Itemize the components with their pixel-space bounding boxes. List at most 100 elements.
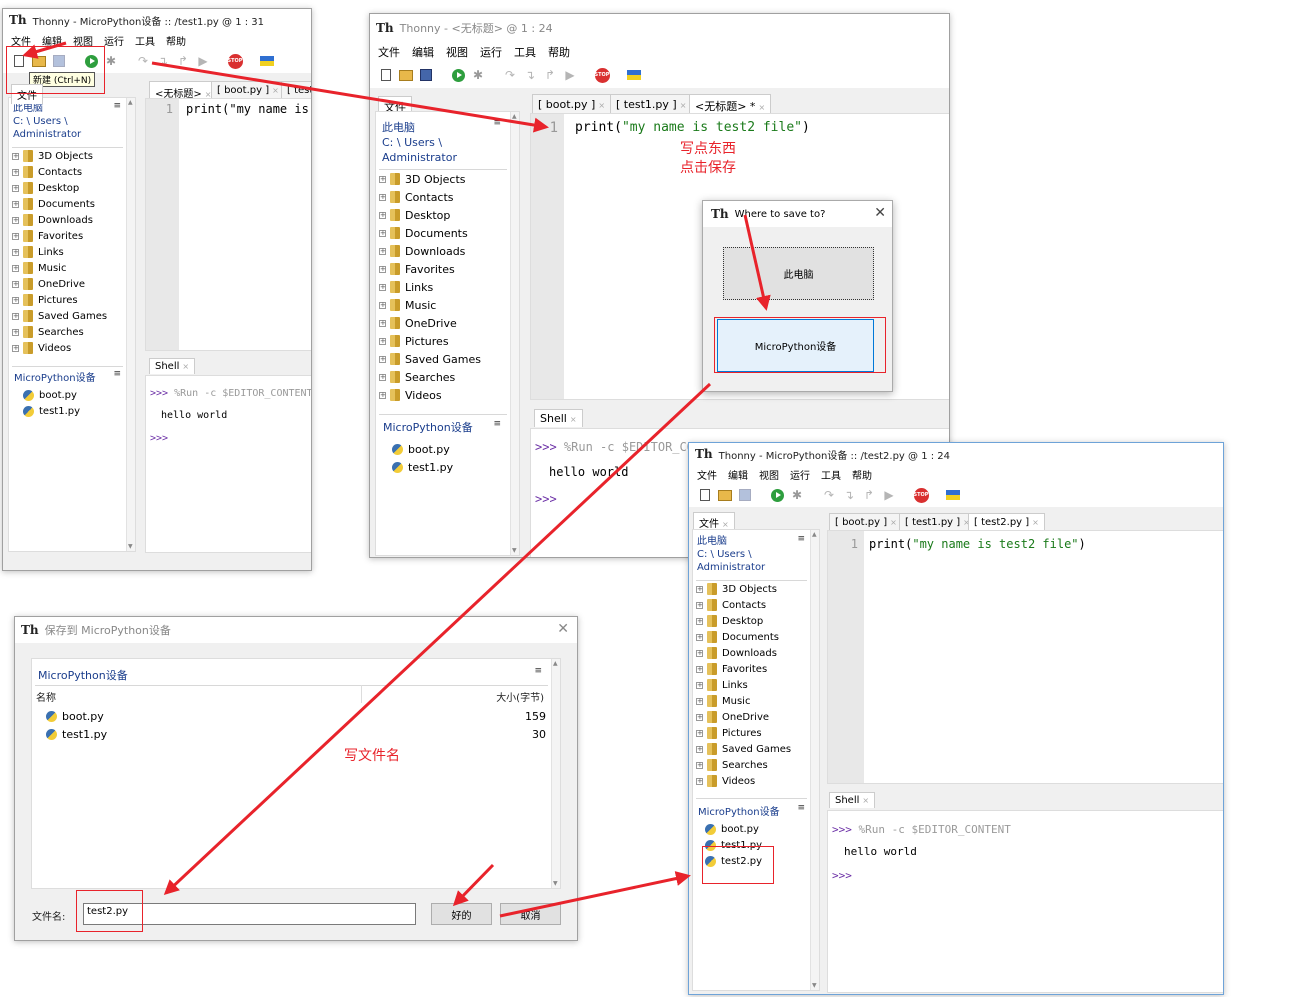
resume-button[interactable]: ▶ xyxy=(195,53,211,69)
editor-tab-test1[interactable]: [ test1.py ] × xyxy=(899,513,976,531)
expand-icon[interactable]: + xyxy=(12,280,19,288)
path-user-link[interactable]: Administrator xyxy=(697,561,765,574)
menu-view[interactable]: 视图 xyxy=(759,467,779,482)
expand-icon[interactable]: + xyxy=(12,168,19,176)
debug-button[interactable]: ✱ xyxy=(103,53,119,69)
expand-icon[interactable]: + xyxy=(379,211,386,219)
folder-item[interactable]: + Links xyxy=(379,278,519,296)
folder-item[interactable]: + Saved Games xyxy=(12,308,135,324)
expand-icon[interactable]: + xyxy=(379,193,386,201)
path-link[interactable]: C: \ Users \ xyxy=(13,115,81,128)
path-link[interactable]: C: \ Users \ xyxy=(382,135,457,150)
expand-icon[interactable]: + xyxy=(696,617,703,625)
this-pc-link[interactable]: 此电脑 xyxy=(697,535,765,548)
expand-icon[interactable]: + xyxy=(12,312,19,320)
expand-icon[interactable]: + xyxy=(12,232,19,240)
expand-icon[interactable]: + xyxy=(12,344,19,352)
folder-item[interactable]: + Documents xyxy=(379,224,519,242)
mp-panel-menu-icon[interactable]: ≡ xyxy=(113,369,121,379)
expand-icon[interactable]: + xyxy=(379,319,386,327)
expand-icon[interactable]: + xyxy=(696,633,703,641)
folder-item[interactable]: + Documents xyxy=(12,196,135,212)
folder-item[interactable]: + Music xyxy=(696,693,819,709)
path-user-link[interactable]: Administrator xyxy=(382,150,457,165)
folder-item[interactable]: + Favorites xyxy=(379,260,519,278)
expand-icon[interactable]: + xyxy=(379,247,386,255)
open-button[interactable] xyxy=(717,487,733,503)
cancel-button[interactable]: 取消 xyxy=(500,903,561,925)
folder-item[interactable]: + Videos xyxy=(12,340,135,356)
expand-icon[interactable]: + xyxy=(12,216,19,224)
step-out-button[interactable]: ↱ xyxy=(542,67,558,83)
folder-item[interactable]: + OneDrive xyxy=(379,314,519,332)
run-button[interactable] xyxy=(769,487,785,503)
this-pc-button[interactable]: 此电脑 xyxy=(723,247,874,300)
folder-item[interactable]: +3D Objects xyxy=(12,148,135,164)
folder-item[interactable]: + Searches xyxy=(379,368,519,386)
file-item[interactable]: boot.py xyxy=(705,821,819,837)
step-into-button[interactable]: ↴ xyxy=(155,53,171,69)
folder-item[interactable]: + Documents xyxy=(696,629,819,645)
path-user-link[interactable]: Administrator xyxy=(13,128,81,141)
panel-menu-icon[interactable]: ≡ xyxy=(797,534,805,544)
folder-item[interactable]: + Saved Games xyxy=(379,350,519,368)
expand-icon[interactable]: + xyxy=(696,761,703,769)
folder-item[interactable]: + Searches xyxy=(12,324,135,340)
step-over-button[interactable]: ↷ xyxy=(135,53,151,69)
expand-icon[interactable]: + xyxy=(12,328,19,336)
shell-console[interactable]: >>> %Run -c $EDITOR_CONTENT hello world … xyxy=(145,375,311,553)
expand-icon[interactable]: + xyxy=(12,152,19,160)
mp-panel-menu-icon[interactable]: ≡ xyxy=(797,803,805,813)
step-into-button[interactable]: ↴ xyxy=(522,67,538,83)
folder-item[interactable]: + Downloads xyxy=(379,242,519,260)
stop-button[interactable]: STOP xyxy=(913,487,929,503)
folder-item[interactable]: + Music xyxy=(12,260,135,276)
this-pc-link[interactable]: 此电脑 xyxy=(382,120,457,135)
expand-icon[interactable]: + xyxy=(696,697,703,705)
expand-icon[interactable]: + xyxy=(379,337,386,345)
menu-edit[interactable]: 编辑 xyxy=(728,467,748,482)
menu-run[interactable]: 运行 xyxy=(480,44,502,60)
menu-run[interactable]: 运行 xyxy=(790,467,810,482)
expand-icon[interactable]: + xyxy=(696,745,703,753)
folder-item[interactable]: + Contacts xyxy=(696,597,819,613)
shell-tab[interactable]: Shell × xyxy=(149,358,196,374)
menu-help[interactable]: 帮助 xyxy=(166,33,186,48)
folder-item[interactable]: + OneDrive xyxy=(12,276,135,292)
path-link[interactable]: C: \ Users \ xyxy=(697,548,765,561)
folder-item[interactable]: + Searches xyxy=(696,757,819,773)
expand-icon[interactable]: + xyxy=(696,601,703,609)
expand-icon[interactable]: + xyxy=(696,665,703,673)
expand-icon[interactable]: + xyxy=(12,200,19,208)
expand-icon[interactable]: + xyxy=(379,175,386,183)
column-name[interactable]: 名称 xyxy=(36,689,56,704)
expand-icon[interactable]: + xyxy=(379,301,386,309)
folder-item[interactable]: + Favorites xyxy=(12,228,135,244)
file-item[interactable]: boot.py xyxy=(23,387,135,403)
debug-button[interactable]: ✱ xyxy=(789,487,805,503)
menu-file[interactable]: 文件 xyxy=(697,467,717,482)
file-item[interactable]: test1.py xyxy=(392,458,519,476)
new-file-button[interactable] xyxy=(378,67,394,83)
step-out-button[interactable]: ↱ xyxy=(175,53,191,69)
editor-tab-test1[interactable]: [ test1.py ] × xyxy=(610,94,693,114)
folder-item[interactable]: + Links xyxy=(696,677,819,693)
folder-item[interactable]: + Downloads xyxy=(12,212,135,228)
close-icon[interactable]: ✕ xyxy=(557,621,569,637)
open-button[interactable] xyxy=(398,67,414,83)
folder-item[interactable]: +3D Objects xyxy=(379,170,519,188)
panel-menu-icon[interactable]: ≡ xyxy=(534,666,542,676)
resume-button[interactable]: ▶ xyxy=(562,67,578,83)
editor-tab-boot[interactable]: [ boot.py ] × xyxy=(532,94,612,114)
expand-icon[interactable]: + xyxy=(12,248,19,256)
expand-icon[interactable]: + xyxy=(12,264,19,272)
folder-item[interactable]: + Desktop xyxy=(12,180,135,196)
expand-icon[interactable]: + xyxy=(379,265,386,273)
shell-tab[interactable]: Shell × xyxy=(534,409,583,427)
folder-item[interactable]: + OneDrive xyxy=(696,709,819,725)
file-item[interactable]: boot.py xyxy=(392,440,519,458)
panel-menu-icon[interactable]: ≡ xyxy=(113,101,121,111)
close-icon[interactable]: ✕ xyxy=(874,205,886,221)
menu-edit[interactable]: 编辑 xyxy=(412,44,434,60)
save-button[interactable] xyxy=(737,487,753,503)
